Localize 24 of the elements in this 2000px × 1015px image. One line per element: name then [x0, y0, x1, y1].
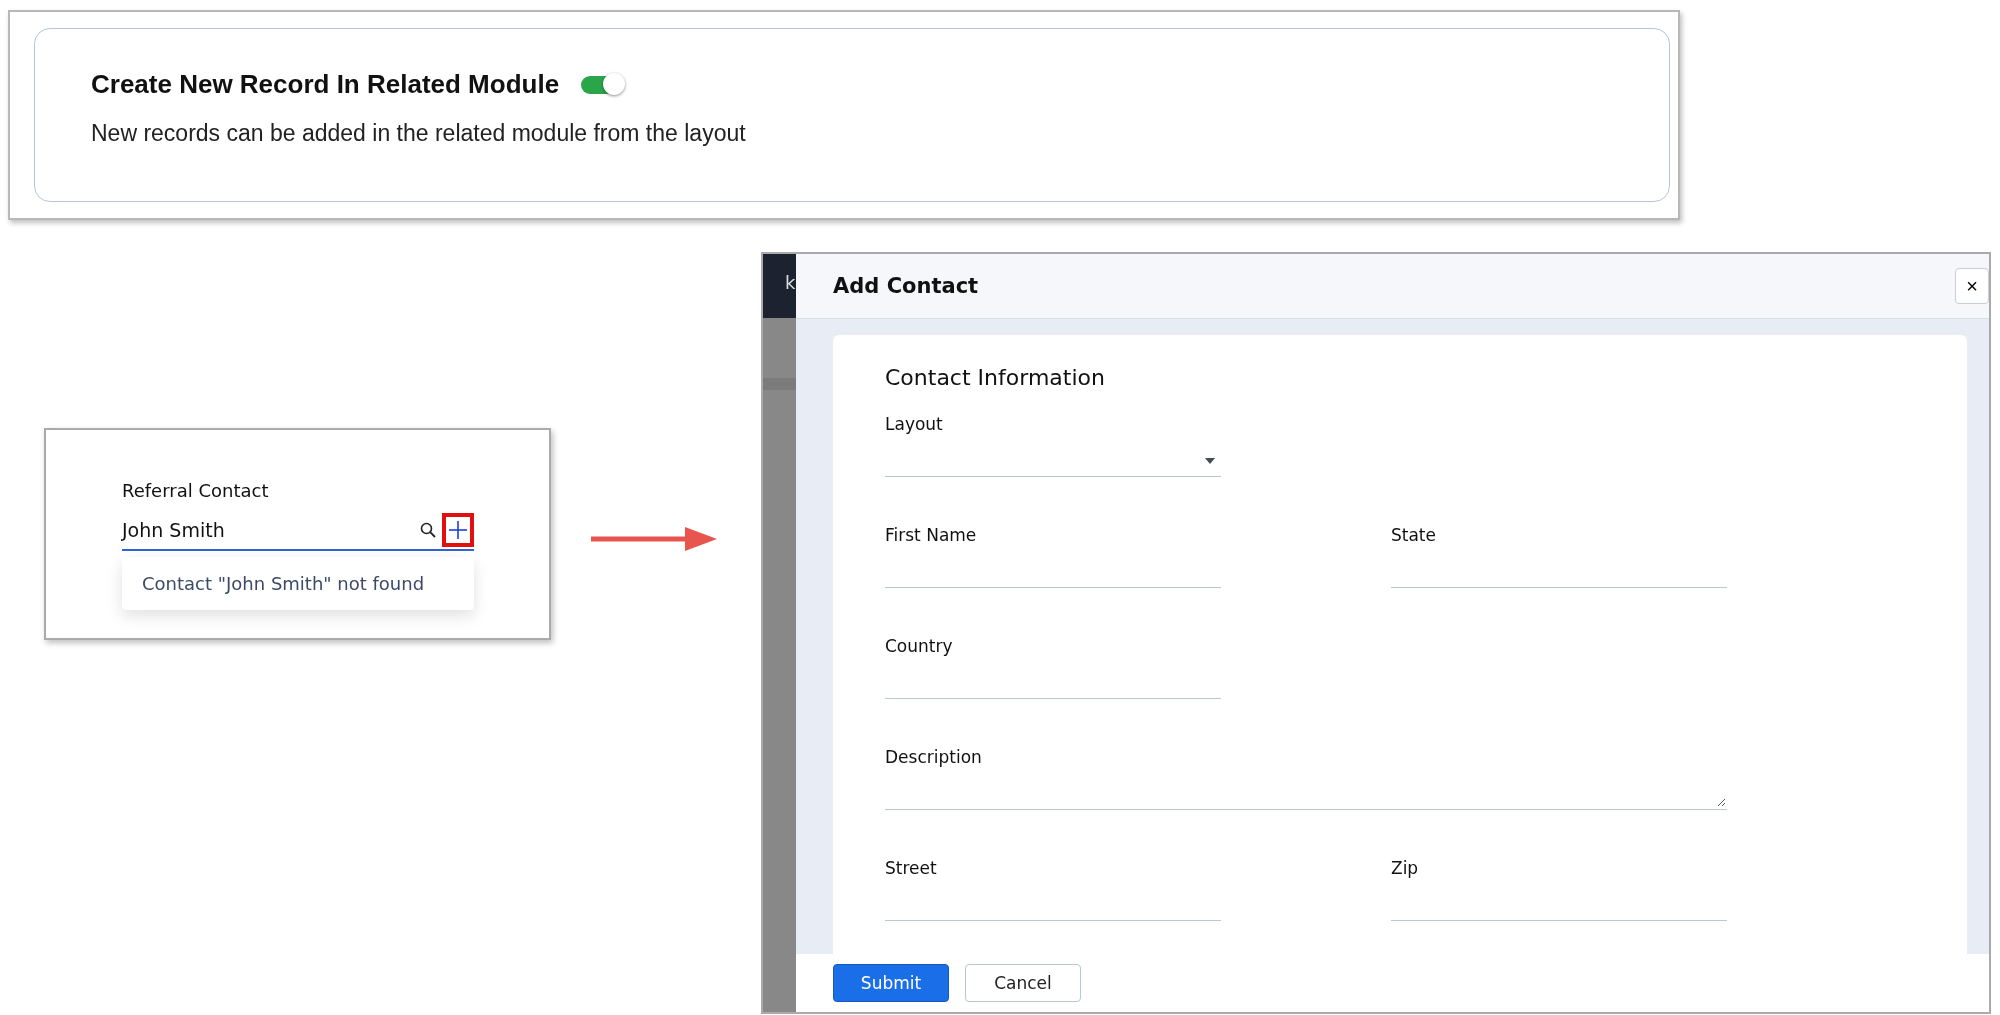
- backdrop-band: [763, 378, 796, 390]
- field-label: First Name: [885, 525, 978, 545]
- add-icon[interactable]: [442, 513, 474, 547]
- submit-button[interactable]: Submit: [833, 964, 949, 1002]
- search-icon[interactable]: [420, 522, 436, 538]
- field-label: Layout: [885, 414, 944, 434]
- field-label: Street: [885, 858, 938, 878]
- field-label: Description: [885, 747, 983, 767]
- nav-text: k: [763, 254, 796, 318]
- field-label: Country: [885, 636, 954, 656]
- field-label: Referral Contact: [122, 480, 270, 501]
- toggle-switch[interactable]: [581, 75, 622, 94]
- caret-icon: [1205, 458, 1215, 464]
- dialog-title: Add Contact: [833, 274, 979, 298]
- close-button[interactable]: ×: [1955, 268, 1989, 304]
- setting-title: Create New Record In Related Module: [91, 69, 560, 100]
- section-title: Contact Information: [885, 365, 1106, 390]
- field-label: State: [1391, 525, 1437, 545]
- setting-description: New records can be added in the related module from the layout: [91, 120, 747, 147]
- lookup-field[interactable]: John Smith: [122, 519, 420, 541]
- cancel-button[interactable]: Cancel: [965, 964, 1081, 1002]
- resize-handle-icon[interactable]: [1717, 798, 1726, 807]
- suggestion-item[interactable]: Contact "John Smith" not found: [122, 557, 474, 610]
- field-label: Zip: [1391, 858, 1420, 878]
